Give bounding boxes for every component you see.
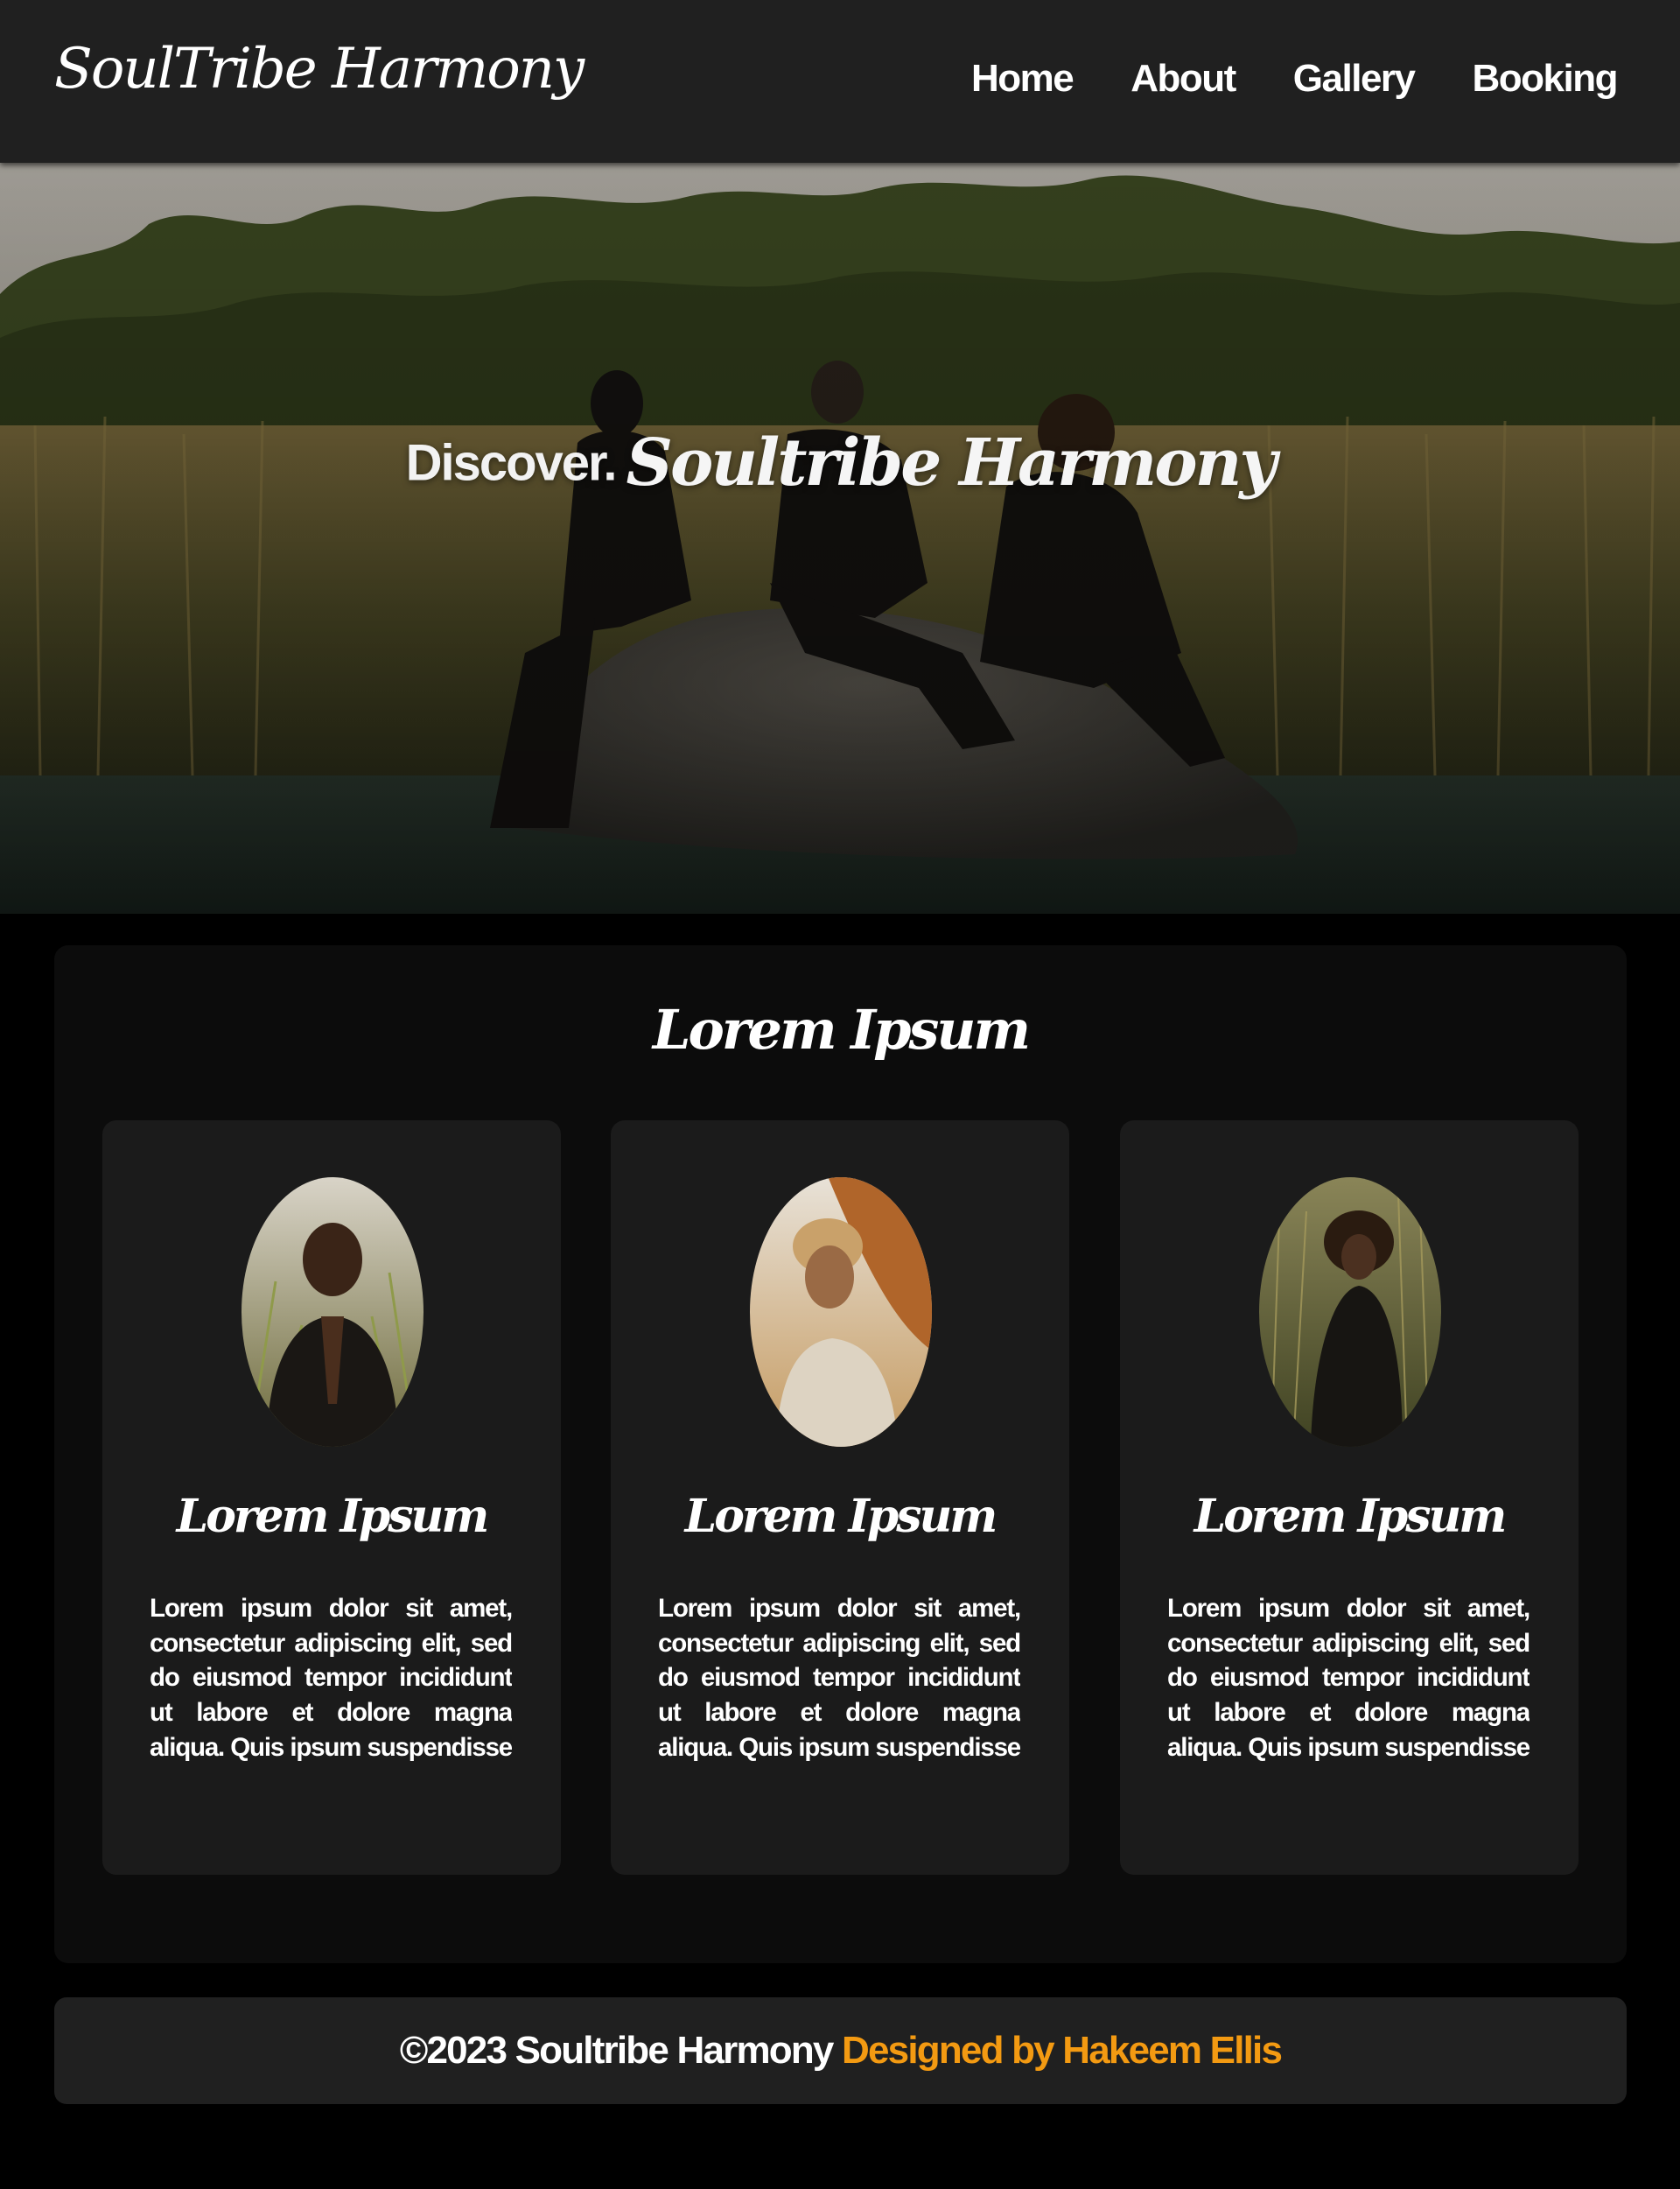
portrait-image [1259, 1177, 1441, 1447]
feature-card: Lorem Ipsum Lorem ipsum dolor sit amet, … [611, 1120, 1069, 1875]
card-body-text: Lorem ipsum dolor sit amet, consectetur … [150, 1594, 512, 1772]
feature-card: Lorem Ipsum Lorem ipsum dolor sit amet, … [1120, 1120, 1578, 1875]
card-title: Lorem Ipsum [684, 1490, 998, 1543]
hero-title: Discover. Soultribe Harmony [0, 425, 1680, 501]
feature-section: Lorem Ipsum Lorem Ipsum Lorem ipsum dolo… [54, 945, 1627, 1963]
hero-image [0, 163, 1680, 914]
footer-copyright: ©2023 Soultribe Harmony [399, 2029, 843, 2072]
card-body-text: Lorem ipsum dolor sit amet, consectetur … [658, 1594, 1020, 1772]
portrait-image [750, 1177, 932, 1447]
card-title: Lorem Ipsum [176, 1490, 490, 1543]
footer-designer-credit-link[interactable]: Designed by Hakeem Ellis [842, 2029, 1283, 2072]
site-header: SoulTribe Harmony Home About Gallery Boo… [0, 0, 1680, 163]
nav-booking-link[interactable]: Booking [1473, 51, 1619, 107]
hero-banner: Discover. Soultribe Harmony [0, 163, 1680, 914]
card-title: Lorem Ipsum [1194, 1490, 1508, 1543]
nav-about-link[interactable]: About [1130, 51, 1236, 107]
nav-gallery-link[interactable]: Gallery [1293, 51, 1416, 107]
card-body-text: Lorem ipsum dolor sit amet, consectetur … [1167, 1594, 1530, 1772]
hero-title-brand: Soultribe Harmony [626, 425, 1278, 501]
site-footer: ©2023 Soultribe Harmony Designed by Hake… [54, 1997, 1627, 2104]
portrait-image [242, 1177, 424, 1447]
nav-home-link[interactable]: Home [971, 51, 1074, 107]
feature-card: Lorem Ipsum Lorem ipsum dolor sit amet, … [102, 1120, 561, 1875]
main-nav: Home About Gallery Booking [914, 51, 1619, 107]
section-title: Lorem Ipsum [652, 998, 1031, 1062]
hero-title-discover: Discover. [405, 434, 618, 492]
site-logo[interactable]: SoulTribe Harmony [54, 30, 584, 109]
